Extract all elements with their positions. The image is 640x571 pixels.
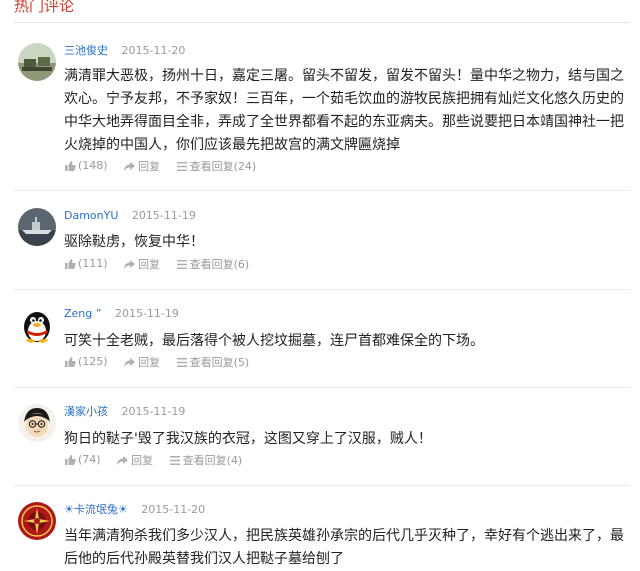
list-icon: [169, 456, 180, 465]
reply-label: 回复: [138, 355, 161, 369]
timestamp: 2015-11-19: [114, 307, 179, 320]
view-replies-button[interactable]: 查看回复(4): [169, 453, 243, 469]
like-button[interactable]: (111): [64, 256, 108, 272]
username[interactable]: 漢家小孩: [64, 405, 108, 418]
comment-text: 驱除鞑虏，恢复中华！: [64, 234, 204, 250]
timestamp: 2015-11-20: [141, 503, 206, 516]
reply-arrow-icon: [117, 456, 129, 465]
like-button[interactable]: (125): [64, 354, 108, 370]
reply-button[interactable]: 回复: [123, 355, 160, 371]
thumbs-up-icon: [65, 455, 76, 465]
reply-label: 回复: [138, 159, 161, 173]
reply-label: 回复: [138, 257, 161, 271]
view-replies-label: 查看回复(24): [189, 159, 257, 173]
view-replies-button[interactable]: 查看回复(6): [176, 257, 250, 273]
view-replies-button[interactable]: 查看回复(24): [176, 159, 257, 175]
like-button[interactable]: (148): [64, 158, 108, 174]
reply-button[interactable]: 回复: [123, 159, 160, 175]
section-title: 热门评论: [14, 0, 75, 15]
avatar[interactable]: [18, 404, 56, 442]
hot-comments-panel: 热门评论 三池俊史 2015-11-20 满清罪大恶极，扬州十日，嘉定三屠。留头…: [0, 0, 640, 569]
comment-divider: [14, 190, 630, 191]
comment-divider: [14, 289, 630, 290]
reply-button[interactable]: 回复: [123, 257, 160, 273]
penguin-avatar-icon: [18, 306, 56, 344]
timestamp: 2015-11-19: [121, 405, 186, 418]
view-replies-label: 查看回复(4): [182, 453, 243, 467]
timestamp: 2015-11-20: [121, 44, 186, 57]
avatar[interactable]: [18, 208, 56, 246]
section-divider: [14, 22, 630, 23]
comment-text: 当年满清狗杀我们多少汉人，把民族英雄孙承宗的后代几乎灭种了，幸好有个逃出来了，最…: [64, 528, 624, 567]
thumbs-up-icon: [65, 357, 76, 367]
reply-arrow-icon: [124, 260, 136, 269]
like-button[interactable]: (74): [64, 452, 101, 468]
comment-text: 可笑十全老贼，最后落得个被人挖坟掘墓，连尸首都难保全的下场。: [64, 333, 484, 349]
username[interactable]: Zeng ”: [64, 307, 101, 320]
red-pattern-avatar-icon: [18, 502, 56, 540]
username[interactable]: 三池俊史: [64, 44, 108, 57]
avatar[interactable]: [18, 306, 56, 344]
reply-label: 回复: [131, 453, 154, 467]
reply-button[interactable]: 回复: [116, 453, 153, 469]
thumbs-up-icon: [65, 161, 76, 171]
comment-text: 满清罪大恶极，扬州十日，嘉定三屠。留头不留发，留发不留头！量中华之物力，结与国之…: [64, 68, 624, 153]
like-count: (125): [78, 355, 108, 368]
avatar[interactable]: [18, 43, 56, 81]
view-replies-label: 查看回复(6): [189, 257, 250, 271]
warship-avatar-icon: [18, 208, 56, 246]
view-replies-button[interactable]: 查看回复(5): [176, 355, 250, 371]
cartoon-boy-avatar-icon: [18, 404, 56, 442]
timestamp: 2015-11-19: [131, 209, 196, 222]
thumbs-up-icon: [65, 259, 76, 269]
reply-arrow-icon: [124, 358, 136, 367]
avatar[interactable]: [18, 502, 56, 540]
comment-divider: [14, 387, 630, 388]
military-vehicles-avatar-icon: [18, 43, 56, 81]
username[interactable]: ☀卡流氓兔☀: [64, 503, 128, 516]
comment-text: 狗日的鞑子'毁了我汉族的衣冠，这图又穿上了汉服，贼人！: [64, 431, 432, 447]
list-icon: [176, 358, 187, 367]
like-count: (148): [78, 159, 108, 172]
like-count: (111): [78, 257, 108, 270]
list-icon: [176, 162, 187, 171]
reply-arrow-icon: [124, 162, 136, 171]
view-replies-label: 查看回复(5): [189, 355, 250, 369]
comment-divider: [14, 485, 630, 486]
list-icon: [176, 260, 187, 269]
like-count: (74): [78, 453, 101, 466]
username[interactable]: DamonYU: [64, 209, 118, 222]
